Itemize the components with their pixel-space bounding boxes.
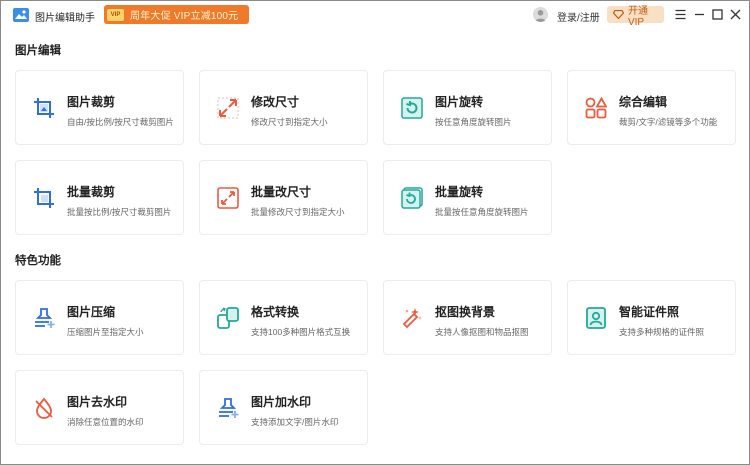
card-cutout[interactable]: 抠图换背景 支持人像抠图和物品抠图 [383, 280, 552, 355]
card-title: 智能证件照 [619, 305, 680, 319]
resize-icon [217, 97, 239, 119]
card-resize[interactable]: 修改尺寸 修改尺寸到指定大小 [199, 70, 368, 145]
open-vip-label: 开通VIP [627, 5, 648, 28]
id-photo-icon [586, 307, 606, 329]
crop-icon [34, 98, 54, 118]
cutout-icon [402, 308, 422, 329]
title-bar: 图片编辑助手 VIP 周年大促 VIP立减100元 登录/注册 开通VIP [1, 1, 749, 29]
login-link[interactable]: 登录/注册 [557, 9, 600, 24]
batch-rotate-icon [401, 187, 423, 209]
card-title: 综合编辑 [619, 95, 668, 109]
card-desc: 支持人像抠图和物品抠图 [435, 327, 529, 337]
menu-icon[interactable] [674, 8, 687, 21]
card-desc: 批量按任意角度旋转图片 [435, 207, 529, 217]
card-title: 图片裁剪 [67, 95, 116, 109]
card-desc: 批量按比例/按尺寸裁剪图片 [67, 207, 172, 217]
card-batch-rotate[interactable]: 批量旋转 批量按任意角度旋转图片 [383, 160, 552, 235]
promo-banner[interactable]: VIP 周年大促 VIP立减100元 [104, 5, 249, 24]
card-title: 图片压缩 [67, 305, 116, 319]
promo-vip-badge: VIP [107, 8, 124, 21]
batch-resize-icon [217, 187, 239, 209]
promo-text: 周年大促 VIP立减100元 [130, 11, 239, 22]
card-desc: 压缩图片至指定大小 [67, 327, 144, 337]
card-title: 格式转换 [251, 305, 300, 319]
card-rotate[interactable]: 图片旋转 按任意角度旋转图片 [383, 70, 552, 145]
card-desc: 修改尺寸到指定大小 [251, 117, 328, 127]
card-desc: 按任意角度旋转图片 [435, 117, 512, 127]
card-desc: 裁剪/文字/滤镜等多个功能 [619, 117, 718, 127]
card-remove-watermark[interactable]: 图片去水印 消除任意位置的水印 [15, 370, 184, 445]
app-window: 图片编辑助手 VIP 周年大促 VIP立减100元 登录/注册 开通VIP 图片… [0, 0, 750, 465]
card-desc: 支持多种规格的证件照 [619, 327, 705, 337]
card-format-convert[interactable]: 格式转换 支持100多种图片格式互换 [199, 280, 368, 355]
card-title: 图片旋转 [435, 95, 484, 109]
user-icon [535, 10, 546, 22]
card-compress[interactable]: 图片压缩 压缩图片至指定大小 [15, 280, 184, 355]
section-title-image-edit: 图片编辑 [15, 45, 61, 57]
card-desc: 支持添加文字/图片水印 [251, 417, 339, 427]
maximize-icon[interactable] [711, 8, 724, 21]
card-desc: 支持100多种图片格式互换 [251, 327, 351, 337]
section-title-features: 特色功能 [15, 255, 61, 267]
minimize-icon[interactable] [693, 8, 706, 21]
card-comprehensive-edit[interactable]: 综合编辑 裁剪/文字/滤镜等多个功能 [567, 70, 736, 145]
close-icon[interactable] [729, 8, 742, 21]
remove-watermark-icon [35, 397, 53, 419]
card-title: 图片加水印 [251, 395, 312, 409]
add-watermark-icon [219, 398, 239, 418]
card-title: 批量旋转 [435, 185, 484, 199]
card-batch-resize[interactable]: 批量改尺寸 批量修改尺寸到指定大小 [199, 160, 368, 235]
batch-crop-icon [34, 188, 54, 208]
open-vip-button[interactable]: 开通VIP [607, 6, 664, 28]
card-desc: 自由/按比例/按尺寸裁剪图片 [67, 117, 174, 127]
app-title: 图片编辑助手 [35, 13, 95, 24]
convert-icon [217, 307, 239, 329]
compress-icon [35, 308, 55, 328]
avatar[interactable] [533, 7, 548, 22]
card-title: 图片去水印 [67, 395, 128, 409]
card-id-photo[interactable]: 智能证件照 支持多种规格的证件照 [567, 280, 736, 355]
card-title: 修改尺寸 [251, 95, 300, 109]
card-title: 批量改尺寸 [251, 185, 312, 199]
card-add-watermark[interactable]: 图片加水印 支持添加文字/图片水印 [199, 370, 368, 445]
card-image-crop[interactable]: 图片裁剪 自由/按比例/按尺寸裁剪图片 [15, 70, 184, 145]
card-batch-crop[interactable]: 批量裁剪 批量按比例/按尺寸裁剪图片 [15, 160, 184, 235]
app-logo-icon [13, 8, 29, 22]
diamond-icon [613, 10, 624, 19]
card-desc: 消除任意位置的水印 [67, 417, 144, 427]
rotate-icon [401, 97, 423, 119]
card-desc: 批量修改尺寸到指定大小 [251, 207, 345, 217]
card-title: 抠图换背景 [435, 305, 496, 319]
shapes-icon [585, 97, 607, 119]
card-title: 批量裁剪 [67, 185, 116, 199]
